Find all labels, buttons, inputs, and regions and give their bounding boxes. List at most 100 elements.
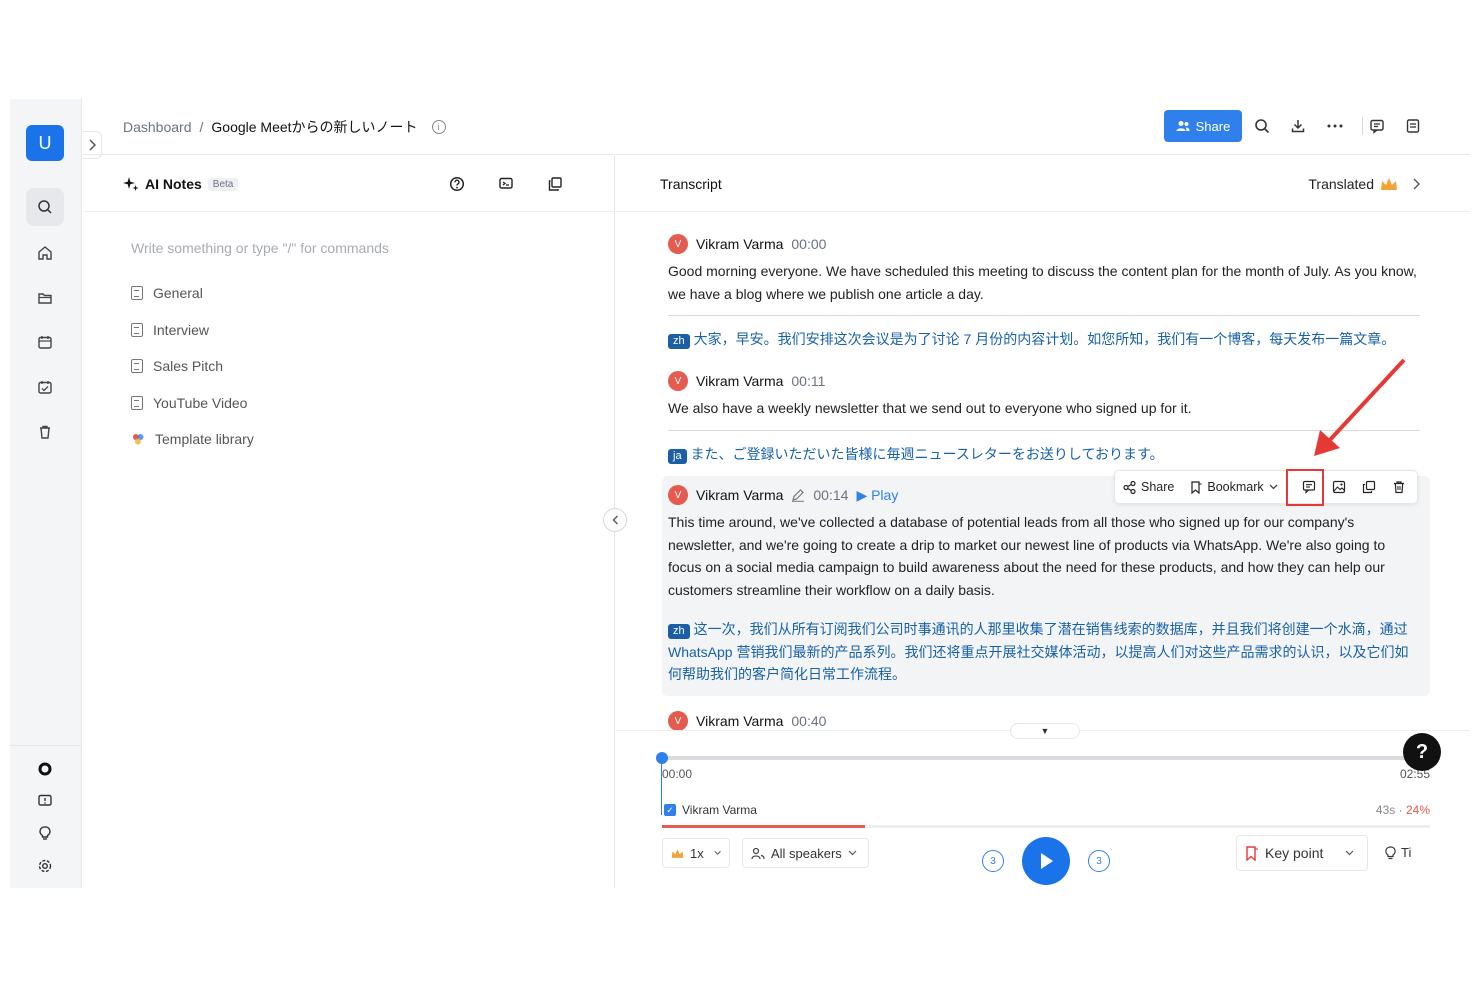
header-separator — [1362, 117, 1363, 135]
segment-translation[interactable]: zh 大家，早安。我们安排这次会议是为了讨论 7 月份的内容计划。如您所知，我们有… — [668, 328, 1420, 351]
segment-time[interactable]: 00:11 — [791, 373, 825, 389]
bookmark-dropdown[interactable]: Bookmark — [1182, 470, 1285, 504]
speaker-filter-row[interactable]: ✓ Vikram Varma — [664, 803, 757, 817]
search-transcript-icon[interactable] — [1252, 116, 1272, 136]
chevron-down-icon — [714, 851, 721, 855]
feedback-icon[interactable] — [32, 788, 58, 814]
speaker-avatar: V — [668, 371, 688, 391]
chevron-down-icon — [1269, 484, 1278, 490]
segment-time[interactable]: 00:14 — [813, 487, 848, 503]
segment-text[interactable]: This time around, we've collected a data… — [668, 511, 1420, 601]
timeline-track[interactable] — [662, 756, 1430, 760]
play-button[interactable] — [1022, 837, 1070, 885]
translated-label: Translated — [1308, 176, 1374, 192]
scroll-down-button[interactable]: ▼ — [1010, 723, 1080, 739]
notes-panel-icon[interactable] — [1403, 116, 1423, 136]
skip-back-seconds: 3 — [990, 855, 996, 867]
crown-icon — [671, 848, 684, 858]
top-header: Dashboard / Google Meetからの新しいノート i Share — [83, 99, 1470, 155]
document-icon — [131, 359, 143, 373]
template-interview[interactable]: Interview — [131, 322, 209, 338]
brand-icon[interactable] — [32, 756, 58, 782]
lightbulb-icon — [1385, 845, 1396, 859]
speaker-name[interactable]: Vikram Varma — [696, 373, 783, 389]
speaker-bar-fill — [662, 825, 865, 828]
document-icon — [131, 396, 143, 410]
play-segment-button[interactable]: ▶ Play — [856, 487, 898, 504]
help-circle-icon[interactable] — [447, 174, 467, 194]
speed-dropdown[interactable]: 1x — [662, 838, 730, 868]
segment-text[interactable]: Good morning everyone. We have scheduled… — [668, 260, 1420, 305]
image-icon[interactable] — [1324, 470, 1354, 504]
bookmark-label: Bookmark — [1207, 480, 1264, 494]
segment-toolbar: Share Bookmark — [1114, 470, 1418, 504]
segment-time[interactable]: 00:00 — [791, 236, 826, 252]
language-badge: zh — [668, 624, 690, 639]
skip-forward-button[interactable]: 3 — [1088, 850, 1110, 872]
transcript-header: Transcript Translated — [616, 156, 1470, 212]
edit-pencil-icon[interactable] — [791, 488, 805, 502]
share-button[interactable]: Share — [1164, 110, 1242, 142]
template-youtube-video[interactable]: YouTube Video — [131, 395, 247, 411]
translated-toggle[interactable]: Translated — [1308, 176, 1420, 192]
template-label: YouTube Video — [153, 395, 248, 411]
speaker-name[interactable]: Vikram Varma — [696, 713, 783, 729]
ai-notes-title: AI Notes Beta — [123, 176, 239, 192]
transcript-segment-active[interactable]: V Vikram Varma 00:14 ▶ Play This time ar… — [668, 485, 1420, 686]
copy-icon[interactable] — [1354, 470, 1384, 504]
info-icon[interactable]: i — [431, 120, 446, 134]
template-sales-pitch[interactable]: Sales Pitch — [131, 358, 223, 374]
left-rail: U — [10, 99, 82, 888]
ai-chat-icon[interactable] — [496, 174, 516, 194]
translation-text: 这一次，我们从所有订阅我们公司时事通讯的人那里收集了潜在销售线索的数据库，并且我… — [668, 621, 1409, 682]
app-window: U Dashboard / Google Meetからの新しいノート i Sha… — [10, 99, 1470, 888]
beta-badge: Beta — [207, 177, 239, 191]
transcript-segment[interactable]: V Vikram Varma 00:00 Good morning everyo… — [668, 234, 1420, 351]
notes-editor-placeholder[interactable]: Write something or type "/" for commands — [131, 240, 389, 256]
share-nodes-icon — [1123, 480, 1136, 494]
tips-button[interactable]: Ti — [1384, 845, 1411, 860]
skip-back-button[interactable]: 3 — [982, 850, 1004, 872]
trash-icon[interactable] — [32, 419, 58, 445]
speaker-name[interactable]: Vikram Varma — [696, 236, 783, 252]
segment-share-button[interactable]: Share — [1115, 470, 1182, 504]
more-icon[interactable] — [1325, 116, 1345, 136]
template-general[interactable]: General — [131, 285, 203, 301]
speaker-duration: 43s — [1375, 803, 1396, 817]
breadcrumb: Dashboard / Google Meetからの新しいノート i — [123, 117, 446, 137]
help-button[interactable]: ? — [1403, 733, 1441, 771]
breadcrumb-dashboard[interactable]: Dashboard — [123, 119, 192, 135]
home-icon[interactable] — [32, 240, 58, 266]
copy-notes-icon[interactable] — [545, 174, 565, 194]
speakers-dropdown[interactable]: All speakers — [742, 838, 869, 868]
audio-player: ▼ 00:00 02:55 ✓ Vikram Varma 43s · 24% 1… — [616, 723, 1470, 888]
speaker-avatar: V — [668, 711, 688, 731]
calendar-icon[interactable] — [32, 329, 58, 355]
template-library[interactable]: Template library — [131, 431, 254, 447]
download-icon[interactable] — [1288, 116, 1308, 136]
comments-icon[interactable] — [1367, 116, 1387, 136]
timeline-scrubber[interactable] — [656, 752, 668, 764]
search-icon[interactable] — [26, 188, 64, 226]
chevron-left-icon — [612, 515, 618, 525]
lightbulb-icon[interactable] — [32, 820, 58, 846]
settings-icon[interactable] — [32, 853, 58, 879]
folder-icon[interactable] — [32, 285, 58, 311]
speakers-icon — [751, 847, 765, 859]
highlight-annotation-box — [1286, 469, 1324, 506]
collapse-notes-button[interactable] — [603, 508, 627, 532]
segment-time[interactable]: 00:40 — [791, 713, 826, 729]
current-time: 00:00 — [662, 767, 693, 781]
speaker-percent: 24% — [1405, 803, 1430, 817]
play-icon — [1041, 853, 1053, 869]
speaker-name[interactable]: Vikram Varma — [696, 487, 783, 503]
breadcrumb-current[interactable]: Google Meetからの新しいノート — [211, 117, 417, 137]
calendar-check-icon[interactable] — [32, 374, 58, 400]
delete-icon[interactable] — [1384, 470, 1414, 504]
transcript-panel: Transcript Translated V Vikram Varma 00:… — [616, 156, 1470, 888]
key-point-dropdown[interactable]: Key point — [1236, 835, 1368, 871]
segment-spacer — [668, 601, 1420, 618]
segment-translation[interactable]: zh 这一次，我们从所有订阅我们公司时事通讯的人那里收集了潜在销售线索的数据库，并… — [668, 618, 1420, 686]
speaker-checkbox[interactable]: ✓ — [664, 804, 676, 816]
user-avatar[interactable]: U — [26, 125, 64, 161]
